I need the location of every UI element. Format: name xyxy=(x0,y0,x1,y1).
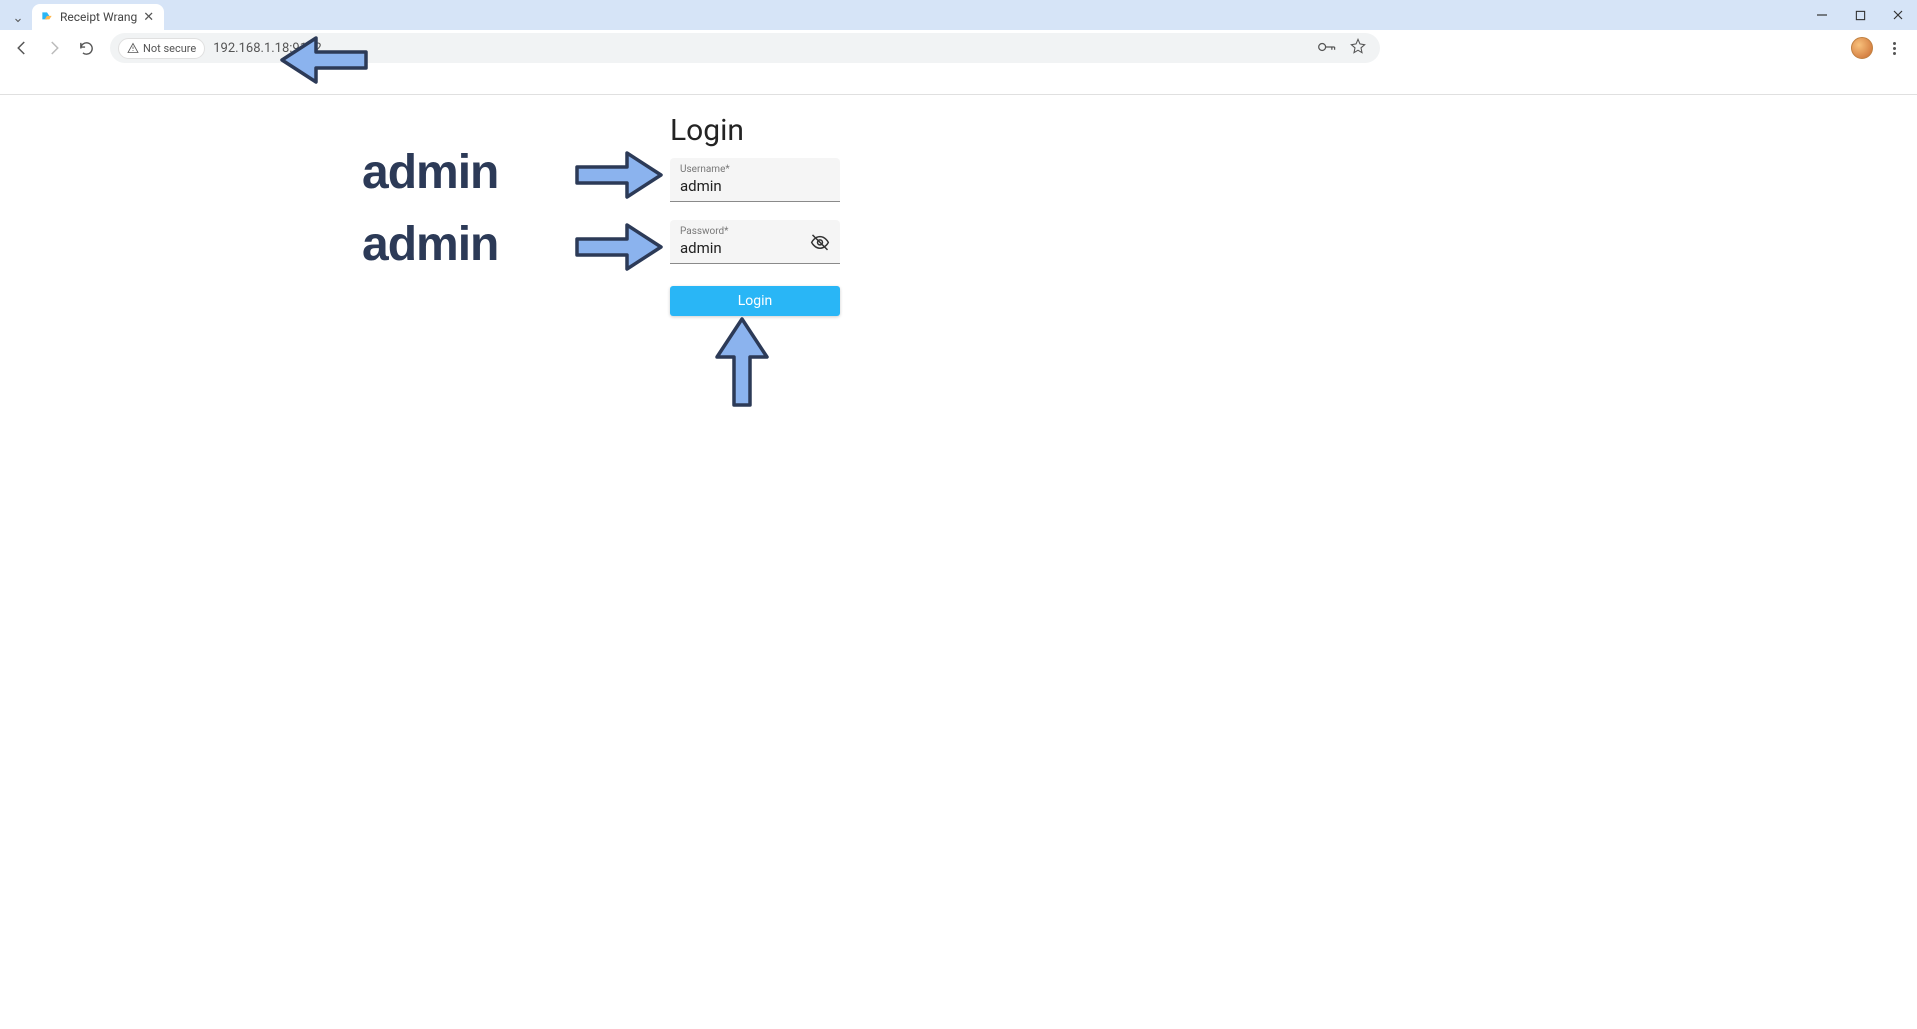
tab-search-dropdown[interactable] xyxy=(8,10,28,30)
window-minimize-button[interactable] xyxy=(1803,0,1841,30)
tab-title: Receipt Wrang xyxy=(60,10,137,24)
login-form: Login Username* Password* Login xyxy=(670,113,840,316)
address-bar-actions xyxy=(1318,38,1366,58)
toolbar-right xyxy=(1851,37,1909,59)
annotation-label-password: admin xyxy=(362,217,498,272)
security-chip[interactable]: Not secure xyxy=(118,38,205,59)
warning-triangle-icon xyxy=(127,42,139,54)
annotation-arrow-username xyxy=(575,145,667,209)
window-maximize-button[interactable] xyxy=(1841,0,1879,30)
back-button[interactable] xyxy=(8,34,36,62)
forward-button[interactable] xyxy=(40,34,68,62)
annotation-label-username: admin xyxy=(362,145,498,200)
annotation-arrow-login-button xyxy=(707,313,777,413)
reload-button[interactable] xyxy=(72,34,100,62)
browser-menu-button[interactable] xyxy=(1887,42,1901,55)
password-input[interactable] xyxy=(680,237,830,257)
username-input[interactable] xyxy=(680,175,830,195)
security-chip-label: Not secure xyxy=(143,42,196,55)
page-content: Login Username* Password* Login admin ad… xyxy=(0,95,1917,1029)
login-button[interactable]: Login xyxy=(670,286,840,316)
annotation-arrow-password xyxy=(575,217,667,281)
browser-tab[interactable]: Receipt Wrang ✕ xyxy=(32,4,164,30)
arrow-left-icon xyxy=(13,39,31,57)
profile-avatar[interactable] xyxy=(1851,37,1873,59)
close-tab-icon[interactable]: ✕ xyxy=(143,10,154,25)
toggle-password-visibility-icon[interactable] xyxy=(810,232,830,256)
annotation-arrow-url xyxy=(276,30,368,94)
login-title: Login xyxy=(670,113,840,148)
browser-titlebar: Receipt Wrang ✕ xyxy=(0,0,1917,30)
tab-strip: Receipt Wrang ✕ xyxy=(0,0,164,30)
password-label: Password* xyxy=(680,226,830,237)
password-field[interactable]: Password* xyxy=(670,220,840,264)
username-field[interactable]: Username* xyxy=(670,158,840,202)
window-controls xyxy=(1803,0,1917,30)
chevron-down-icon xyxy=(12,14,24,26)
username-label: Username* xyxy=(680,164,830,175)
reload-icon xyxy=(78,40,95,57)
window-close-button[interactable] xyxy=(1879,0,1917,30)
password-key-icon[interactable] xyxy=(1318,39,1336,58)
bookmark-star-icon[interactable] xyxy=(1350,38,1366,58)
tab-favicon-icon xyxy=(40,10,54,24)
arrow-right-icon xyxy=(45,39,63,57)
